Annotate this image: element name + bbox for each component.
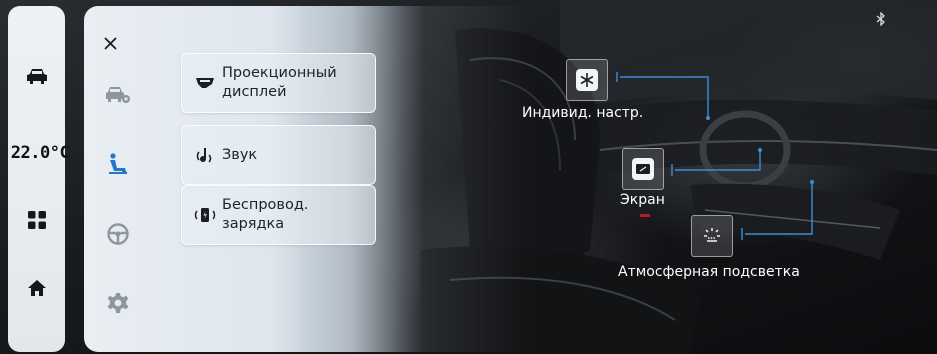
system-rail: 22.0°C [8,6,70,352]
hud-card-label: Проекционный дисплей [222,65,337,100]
hotspot-personal-settings-inner [576,69,598,91]
hotspot-personal-settings-label: Индивид. настр. [522,105,644,121]
car-button[interactable] [8,58,65,94]
bluetooth-status [876,11,886,30]
home-button[interactable] [8,270,65,306]
hotspot-screen-inner [632,158,654,180]
wireless-charging-icon [194,208,216,222]
hud-card[interactable]: Проекционный дисплей [181,53,376,113]
close-button[interactable] [101,34,121,54]
bluetooth-icon [876,11,885,27]
sound-card[interactable]: Звук [181,125,376,185]
hotspot-ambient-light-inner [701,225,723,247]
hotspot-screen-label: Экран [620,192,665,208]
car-icon [26,69,47,84]
apps-grid-icon [27,211,46,229]
temperature-readout[interactable]: 22.0°C [4,143,76,163]
steering-wheel-icon [107,223,129,245]
hud-icon [196,78,214,88]
wireless-charging-icon-wrap [182,206,222,224]
hotspot-screen[interactable] [622,148,664,190]
apps-button[interactable] [8,202,65,238]
tab-vehicle[interactable] [104,80,132,108]
tab-driving[interactable] [104,220,132,248]
hotspot-ambient-light[interactable] [691,215,733,257]
wireless-charging-card-label: Беспровод. зарядка [222,197,309,232]
car-settings-icon [106,87,130,103]
tab-seat[interactable] [104,150,132,178]
ambient-light-icon [704,228,720,242]
wireless-charging-card[interactable]: Беспровод. зарядка [181,185,376,245]
screen-icon [636,164,650,174]
hud-icon-wrap [182,76,222,90]
hotspot-ambient-light-label: Атмосферная подсветка [618,264,800,280]
seat-icon [109,153,127,174]
home-icon [27,280,46,296]
tab-general-settings[interactable] [104,289,132,317]
sound-icon-wrap [182,146,222,164]
sound-card-label: Звук [222,146,258,163]
gear-icon [107,293,129,313]
hotspot-personal-settings[interactable] [566,59,608,101]
sound-icon [196,148,212,163]
close-icon [104,37,117,50]
snowflake-icon [580,73,594,87]
